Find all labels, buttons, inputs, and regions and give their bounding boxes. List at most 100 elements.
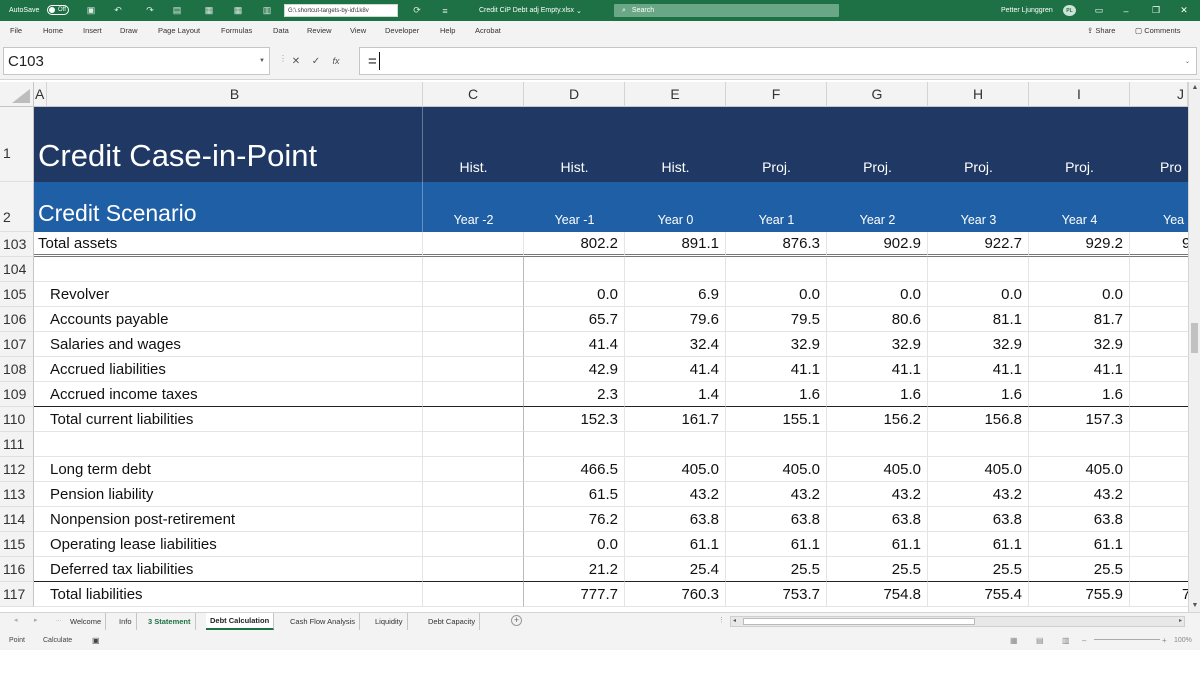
value-cell[interactable]: 25.5 xyxy=(827,557,928,582)
customize-toolbar-icon[interactable]: ≡ xyxy=(439,0,451,21)
page-layout-view-icon[interactable]: ▤ xyxy=(1036,630,1044,650)
row-header[interactable]: 104 xyxy=(0,257,34,282)
column-header-h[interactable]: H xyxy=(928,82,1029,107)
value-cell[interactable]: 155.1 xyxy=(726,407,827,432)
value-cell[interactable]: 41.1 xyxy=(928,357,1029,382)
value-cell[interactable]: 65.7 xyxy=(524,307,625,332)
value-cell[interactable]: 7 xyxy=(1130,582,1189,607)
format-icon[interactable]: ▦ xyxy=(203,0,215,21)
value-cell[interactable] xyxy=(423,582,524,607)
print-icon[interactable]: ▤ xyxy=(171,0,183,21)
tab-page-layout[interactable]: Page Layout xyxy=(158,21,200,40)
value-cell[interactable]: 41.1 xyxy=(1029,357,1130,382)
value-cell[interactable] xyxy=(827,257,928,282)
value-cell[interactable] xyxy=(423,357,524,382)
row-label[interactable]: Total assets xyxy=(34,232,423,257)
value-cell[interactable]: 0.0 xyxy=(827,282,928,307)
column-header-d[interactable]: D xyxy=(524,82,625,107)
value-cell[interactable]: 755.4 xyxy=(928,582,1029,607)
value-cell[interactable] xyxy=(1029,432,1130,457)
zoom-out-icon[interactable]: – xyxy=(1082,630,1086,650)
value-cell[interactable]: 76.2 xyxy=(524,507,625,532)
value-cell[interactable] xyxy=(423,282,524,307)
value-cell[interactable]: 61.5 xyxy=(524,482,625,507)
value-cell[interactable] xyxy=(1130,457,1189,482)
more-sheets-icon[interactable]: … xyxy=(55,616,62,623)
value-cell[interactable]: 876.3 xyxy=(726,232,827,257)
quick-access-icon[interactable]: ▥ xyxy=(261,0,273,21)
ribbon-display-icon[interactable]: ▭ xyxy=(1089,0,1109,21)
cancel-icon[interactable]: ✕ xyxy=(286,56,306,67)
value-cell[interactable]: 61.1 xyxy=(1029,532,1130,557)
value-cell[interactable]: 43.2 xyxy=(1029,482,1130,507)
value-cell[interactable]: 777.7 xyxy=(524,582,625,607)
value-cell[interactable]: 152.3 xyxy=(524,407,625,432)
normal-view-icon[interactable]: ▦ xyxy=(1010,630,1018,650)
value-cell[interactable] xyxy=(1130,407,1189,432)
select-all-corner[interactable] xyxy=(0,82,34,107)
value-cell[interactable]: 405.0 xyxy=(726,457,827,482)
value-cell[interactable]: 63.8 xyxy=(726,507,827,532)
chevron-down-icon[interactable]: ▼ xyxy=(259,58,265,64)
value-cell[interactable] xyxy=(423,232,524,257)
row-label[interactable]: Long term debt xyxy=(34,457,423,482)
row-label[interactable]: Pension liability xyxy=(34,482,423,507)
value-cell[interactable] xyxy=(524,257,625,282)
row-label[interactable]: Operating lease liabilities xyxy=(34,532,423,557)
value-cell[interactable]: 61.1 xyxy=(827,532,928,557)
value-cell[interactable]: 25.5 xyxy=(1029,557,1130,582)
value-cell[interactable]: 41.1 xyxy=(827,357,928,382)
row-label[interactable]: Salaries and wages xyxy=(34,332,423,357)
value-cell[interactable] xyxy=(423,407,524,432)
column-header-c[interactable]: C xyxy=(423,82,524,107)
value-cell[interactable]: 32.4 xyxy=(625,332,726,357)
value-cell[interactable]: 32.9 xyxy=(726,332,827,357)
value-cell[interactable]: 79.5 xyxy=(726,307,827,332)
value-cell[interactable]: 43.2 xyxy=(928,482,1029,507)
value-cell[interactable]: 405.0 xyxy=(827,457,928,482)
row-header[interactable]: 113 xyxy=(0,482,34,507)
value-cell[interactable]: 753.7 xyxy=(726,582,827,607)
value-cell[interactable] xyxy=(423,432,524,457)
horizontal-scroll-thumb[interactable] xyxy=(743,618,975,625)
tab-acrobat[interactable]: Acrobat xyxy=(475,21,501,40)
value-cell[interactable] xyxy=(928,432,1029,457)
restore-icon[interactable]: ❐ xyxy=(1146,0,1166,21)
value-cell[interactable]: 25.4 xyxy=(625,557,726,582)
value-cell[interactable]: 81.7 xyxy=(1029,307,1130,332)
value-cell[interactable]: 61.1 xyxy=(928,532,1029,557)
scroll-up-icon[interactable]: ▲ xyxy=(1190,83,1200,93)
vertical-scroll-thumb[interactable] xyxy=(1191,323,1198,353)
value-cell[interactable]: 42.9 xyxy=(524,357,625,382)
value-cell[interactable]: 32.9 xyxy=(928,332,1029,357)
autosave-toggle[interactable]: Off xyxy=(47,5,69,15)
row-label[interactable] xyxy=(34,432,423,457)
value-cell[interactable]: 25.5 xyxy=(726,557,827,582)
value-cell[interactable] xyxy=(827,432,928,457)
value-cell[interactable]: 0.0 xyxy=(928,282,1029,307)
value-cell[interactable]: 63.8 xyxy=(928,507,1029,532)
row-label[interactable]: Accounts payable xyxy=(34,307,423,332)
scroll-right-icon[interactable]: ▸ xyxy=(1179,617,1182,624)
value-cell[interactable] xyxy=(423,532,524,557)
column-header-i[interactable]: I xyxy=(1029,82,1130,107)
tab-home[interactable]: Home xyxy=(43,21,63,40)
value-cell[interactable]: 2.3 xyxy=(524,382,625,407)
value-cell[interactable]: 63.8 xyxy=(827,507,928,532)
redo-icon[interactable]: ↷ xyxy=(144,0,156,21)
row-header[interactable]: 111 xyxy=(0,432,34,457)
value-cell[interactable]: 63.8 xyxy=(625,507,726,532)
value-cell[interactable]: 405.0 xyxy=(625,457,726,482)
row-label[interactable]: Deferred tax liabilities xyxy=(34,557,423,582)
value-cell[interactable] xyxy=(423,457,524,482)
value-cell[interactable]: 922.7 xyxy=(928,232,1029,257)
save-icon[interactable]: ▣ xyxy=(85,0,97,21)
value-cell[interactable]: 156.8 xyxy=(928,407,1029,432)
value-cell[interactable]: 0.0 xyxy=(1029,282,1130,307)
tab-file[interactable]: File xyxy=(10,21,22,40)
refresh-icon[interactable]: ⟳ xyxy=(411,0,423,21)
sheet-tab[interactable]: Cash Flow Analysis xyxy=(286,613,361,630)
row-label[interactable]: Accrued income taxes xyxy=(34,382,423,407)
name-box[interactable]: C103 ▼ xyxy=(3,47,270,75)
value-cell[interactable]: 466.5 xyxy=(524,457,625,482)
